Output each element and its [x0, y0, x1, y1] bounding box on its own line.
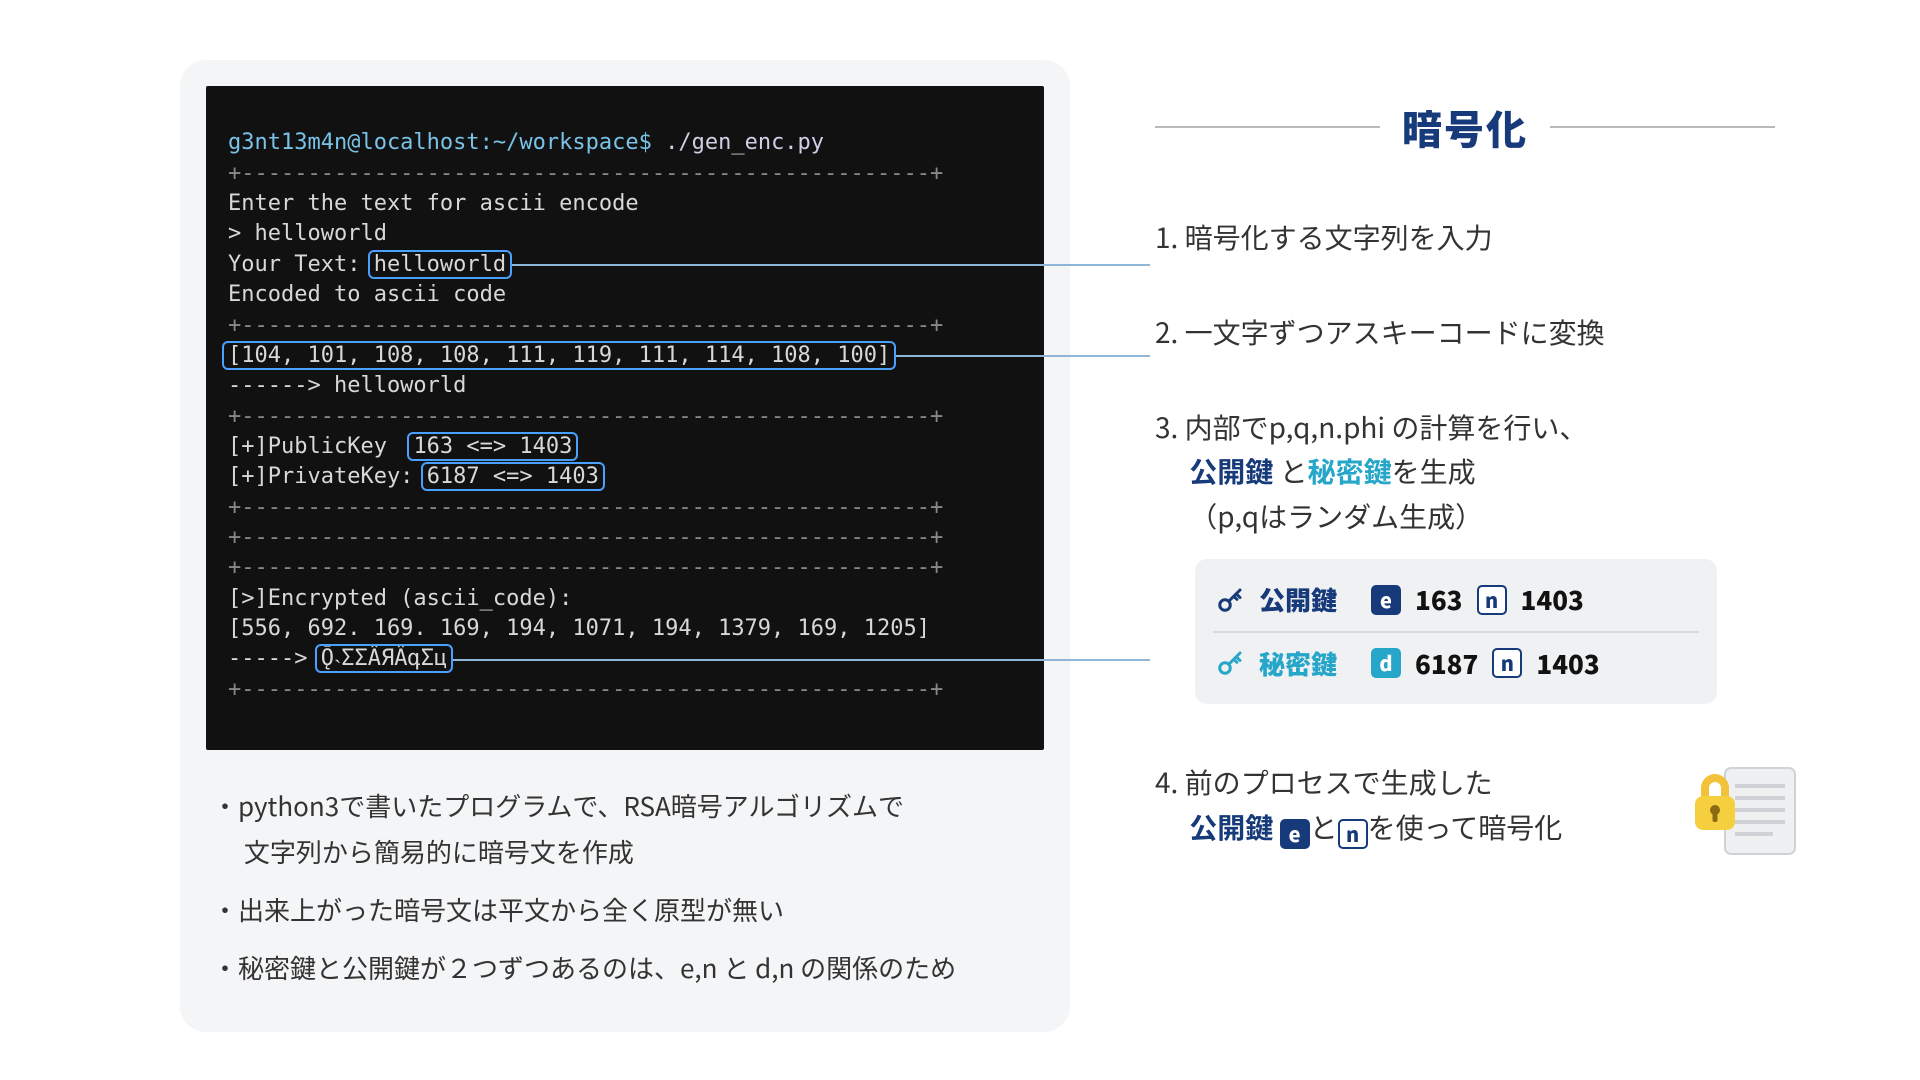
notes: ・python3で書いたプログラムで、RSA暗号アルゴリズムで 文字列から簡易的… — [206, 784, 1044, 1011]
step-1-text: 1. 暗号化する文字列を入力 — [1155, 215, 1775, 260]
ask-line: Enter the text for ascii encode — [228, 191, 639, 216]
section-title: 暗号化 — [1402, 95, 1528, 159]
note-3: ・秘密鍵と公開鍵が２つずつあるのは、e,n と d,n の関係のため — [212, 946, 1038, 990]
enc-list: [556, 692. 169. 169, 194, 1071, 194, 137… — [228, 616, 930, 641]
yourtext-lbl: Your Text: — [228, 252, 374, 277]
step-4-line2-post: を使って暗号化 — [1368, 807, 1563, 847]
step-4-and: と — [1310, 807, 1338, 847]
ascii-arrow: ------> helloworld — [228, 373, 466, 398]
chip-e: e — [1371, 585, 1401, 615]
chip-n-priv: n — [1492, 648, 1522, 678]
section-title-wrap: 暗号化 — [1155, 95, 1775, 159]
d-value: 6187 — [1415, 643, 1478, 685]
terminal: g3nt13m4n@localhost:~/workspace$ ./gen_e… — [206, 86, 1044, 750]
prompt-path: :~/workspace$ — [480, 130, 652, 155]
lock-document-icon — [1683, 752, 1803, 862]
step-3: 3. 内部でp,q,n.phi の計算を行い、 公開鍵 と秘密鍵を生成 （p,q… — [1155, 405, 1775, 705]
step-3-line2-post: を生成 — [1392, 451, 1476, 491]
chip-n-pub: n — [1477, 585, 1507, 615]
chip-e-inline: e — [1280, 819, 1310, 849]
sep2: +---------------------------------------… — [228, 313, 943, 338]
right-panel: 暗号化 1. 暗号化する文字列を入力 2. 一文字ずつアスキーコードに変換 3.… — [1155, 95, 1775, 900]
note-2: ・出来上がった暗号文は平文から全く原型が無い — [212, 888, 1038, 932]
title-rule-right — [1550, 126, 1775, 128]
n-value-priv: 1403 — [1536, 643, 1599, 685]
sep3: +---------------------------------------… — [228, 404, 943, 429]
step-3-public-keyword: 公開鍵 — [1189, 451, 1273, 491]
ascii-list: [104, 101, 108, 108, 111, 119, 111, 114,… — [228, 343, 890, 368]
encoded-lbl: Encoded to ascii code — [228, 282, 506, 307]
step-4-public-keyword: 公開鍵 — [1189, 807, 1273, 847]
private-key-label: 秘密鍵 — [1259, 643, 1337, 685]
private-key-row: 秘密鍵 d 6187 n 1403 — [1213, 631, 1699, 695]
pubkey-val: 163 <=> 1403 — [413, 434, 572, 459]
sep4: +---------------------------------------… — [228, 495, 943, 520]
step-1: 1. 暗号化する文字列を入力 — [1155, 215, 1775, 260]
step-4-line1: 4. 前のプロセスで生成した — [1155, 762, 1493, 802]
step-4-line2-pre — [1155, 807, 1189, 847]
enc-garbled: Ǭ˴ƩƩÂЯÂգƩц — [321, 646, 448, 671]
step-4-space — [1273, 807, 1279, 847]
key-icon — [1215, 585, 1245, 615]
yourtext-val: helloworld — [374, 252, 506, 277]
key-icon — [1215, 648, 1245, 678]
sep6: +---------------------------------------… — [228, 555, 943, 580]
privkey-val: 6187 <=> 1403 — [427, 464, 599, 489]
key-card: 公開鍵 e 163 n 1403 秘密鍵 d 6187 n — [1195, 559, 1717, 704]
step-3-line3: （p,qはランダム生成） — [1155, 496, 1483, 536]
enc-arrow-pre: -----> — [228, 646, 321, 671]
input-marker: > — [228, 221, 255, 246]
n-value-pub: 1403 — [1521, 579, 1584, 621]
input-text: helloworld — [255, 221, 387, 246]
note-1b: 文字列から簡易的に暗号文を作成 — [212, 830, 1038, 874]
privkey-lbl: [+]PrivateKey: — [228, 464, 427, 489]
chip-n-inline: n — [1338, 819, 1368, 849]
sep7: +---------------------------------------… — [228, 677, 943, 702]
prompt-user: g3nt13m4n@localhost — [228, 130, 480, 155]
pubkey-lbl: [+]PublicKey — [228, 434, 413, 459]
sep5: +---------------------------------------… — [228, 525, 943, 550]
terminal-cmd: ./gen_enc.py — [652, 130, 824, 155]
step-3-line2-pre — [1155, 451, 1189, 491]
step-3-and: と — [1273, 451, 1307, 491]
note-1a: ・python3で書いたプログラムで、RSA暗号アルゴリズムで — [212, 784, 1038, 828]
title-rule-left — [1155, 126, 1380, 128]
chip-d: d — [1371, 648, 1401, 678]
left-panel: g3nt13m4n@localhost:~/workspace$ ./gen_e… — [180, 60, 1070, 1032]
enc-lbl: [>]Encrypted (ascii_code): — [228, 586, 572, 611]
step-2-text: 2. 一文字ずつアスキーコードに変換 — [1155, 310, 1775, 355]
step-4: 4. 前のプロセスで生成した 公開鍵 eとnを使って暗号化 — [1155, 760, 1775, 850]
e-value: 163 — [1415, 579, 1463, 621]
step-3-private-keyword: 秘密鍵 — [1308, 451, 1392, 491]
public-key-label: 公開鍵 — [1259, 579, 1337, 621]
step-2: 2. 一文字ずつアスキーコードに変換 — [1155, 310, 1775, 355]
sep: +---------------------------------------… — [228, 161, 943, 186]
step-3-line1: 3. 内部でp,q,n.phi の計算を行い、 — [1155, 407, 1587, 447]
public-key-row: 公開鍵 e 163 n 1403 — [1213, 569, 1699, 631]
